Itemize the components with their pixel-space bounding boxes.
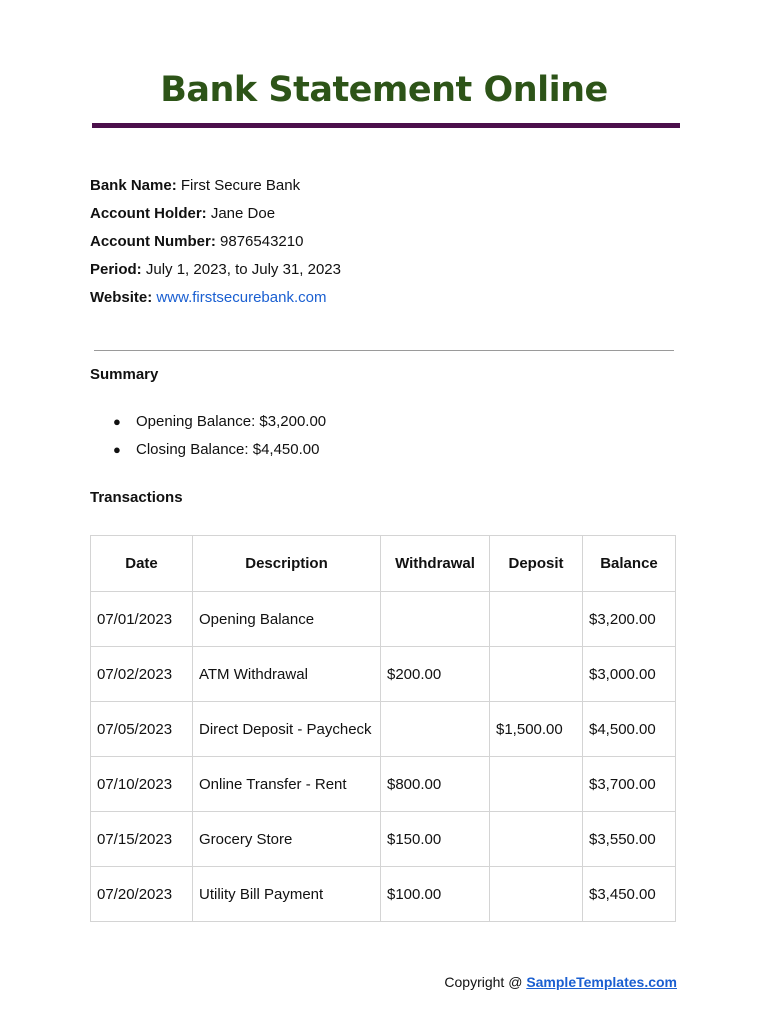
bank-name-label: Bank Name: (90, 177, 177, 194)
cell-date: 07/01/2023 (90, 591, 193, 647)
cell-deposit (489, 866, 583, 922)
table-row: 07/20/2023 Utility Bill Payment $100.00 … (90, 866, 676, 922)
column-header-description: Description (192, 535, 381, 592)
account-number-row: Account Number: 9876543210 (90, 232, 341, 260)
cell-deposit (489, 756, 583, 812)
column-header-deposit: Deposit (489, 535, 583, 592)
account-holder-label: Account Holder: (90, 205, 207, 222)
table-row: 07/01/2023 Opening Balance $3,200.00 (90, 591, 676, 647)
cell-description: Direct Deposit - Paycheck (192, 701, 381, 757)
cell-description: Opening Balance (192, 591, 381, 647)
cell-date: 07/20/2023 (90, 866, 193, 922)
period-label: Period: (90, 261, 142, 278)
account-number-value: 9876543210 (220, 233, 304, 250)
period-row: Period: July 1, 2023, to July 31, 2023 (90, 260, 341, 288)
website-label: Website: (90, 289, 153, 306)
cell-withdrawal: $150.00 (380, 811, 490, 867)
cell-deposit (489, 646, 583, 702)
website-link[interactable]: www.firstsecurebank.com (156, 289, 326, 306)
column-header-balance: Balance (582, 535, 676, 592)
cell-balance: $4,500.00 (582, 701, 676, 757)
column-header-date: Date (90, 535, 193, 592)
bank-name-row: Bank Name: First Secure Bank (90, 176, 341, 204)
cell-date: 07/15/2023 (90, 811, 193, 867)
column-header-withdrawal: Withdrawal (380, 535, 490, 592)
cell-withdrawal: $800.00 (380, 756, 490, 812)
list-item: ● Closing Balance: $4,450.00 (113, 440, 326, 468)
table-row: 07/05/2023 Direct Deposit - Paycheck $1,… (90, 701, 676, 757)
cell-balance: $3,700.00 (582, 756, 676, 812)
cell-date: 07/10/2023 (90, 756, 193, 812)
footer-copyright: Copyright @ SampleTemplates.com (444, 974, 677, 990)
table-row: 07/15/2023 Grocery Store $150.00 $3,550.… (90, 811, 676, 867)
account-info: Bank Name: First Secure Bank Account Hol… (90, 176, 341, 316)
summary-closing-balance: Closing Balance: $4,450.00 (136, 441, 320, 458)
summary-opening-balance: Opening Balance: $3,200.00 (136, 413, 327, 430)
bank-name-value: First Secure Bank (180, 177, 301, 194)
list-item: ● Opening Balance: $3,200.00 (113, 412, 326, 440)
cell-withdrawal (380, 591, 490, 647)
bullet-icon: ● (113, 414, 121, 429)
summary-heading: Summary (90, 366, 159, 383)
transactions-heading: Transactions (90, 489, 183, 506)
table-header-row: Date Description Withdrawal Deposit Bala… (90, 535, 676, 592)
transactions-table: Date Description Withdrawal Deposit Bala… (90, 535, 676, 922)
cell-balance: $3,450.00 (582, 866, 676, 922)
cell-deposit: $1,500.00 (489, 701, 583, 757)
table-row: 07/02/2023 ATM Withdrawal $200.00 $3,000… (90, 646, 676, 702)
page-title: Bank Statement Online (160, 70, 608, 110)
cell-balance: $3,550.00 (582, 811, 676, 867)
cell-deposit (489, 811, 583, 867)
cell-description: ATM Withdrawal (192, 646, 381, 702)
account-holder-value: Jane Doe (210, 205, 276, 222)
cell-withdrawal: $100.00 (380, 866, 490, 922)
summary-list: ● Opening Balance: $3,200.00 ● Closing Bal… (113, 412, 326, 468)
copyright-link[interactable]: SampleTemplates.com (526, 974, 677, 990)
cell-description: Online Transfer - Rent (192, 756, 381, 812)
bullet-icon: ● (113, 442, 121, 457)
cell-date: 07/02/2023 (90, 646, 193, 702)
account-number-label: Account Number: (90, 233, 216, 250)
cell-balance: $3,000.00 (582, 646, 676, 702)
cell-date: 07/05/2023 (90, 701, 193, 757)
cell-withdrawal: $200.00 (380, 646, 490, 702)
section-divider (94, 350, 674, 351)
cell-deposit (489, 591, 583, 647)
account-holder-row: Account Holder: Jane Doe (90, 204, 341, 232)
table-row: 07/10/2023 Online Transfer - Rent $800.0… (90, 756, 676, 812)
period-value: July 1, 2023, to July 31, 2023 (145, 261, 341, 278)
cell-description: Grocery Store (192, 811, 381, 867)
cell-description: Utility Bill Payment (192, 866, 381, 922)
cell-balance: $3,200.00 (582, 591, 676, 647)
cell-withdrawal (380, 701, 490, 757)
copyright-text: Copyright @ (444, 974, 527, 990)
title-underline (92, 123, 680, 128)
website-row: Website: www.firstsecurebank.com (90, 288, 341, 316)
